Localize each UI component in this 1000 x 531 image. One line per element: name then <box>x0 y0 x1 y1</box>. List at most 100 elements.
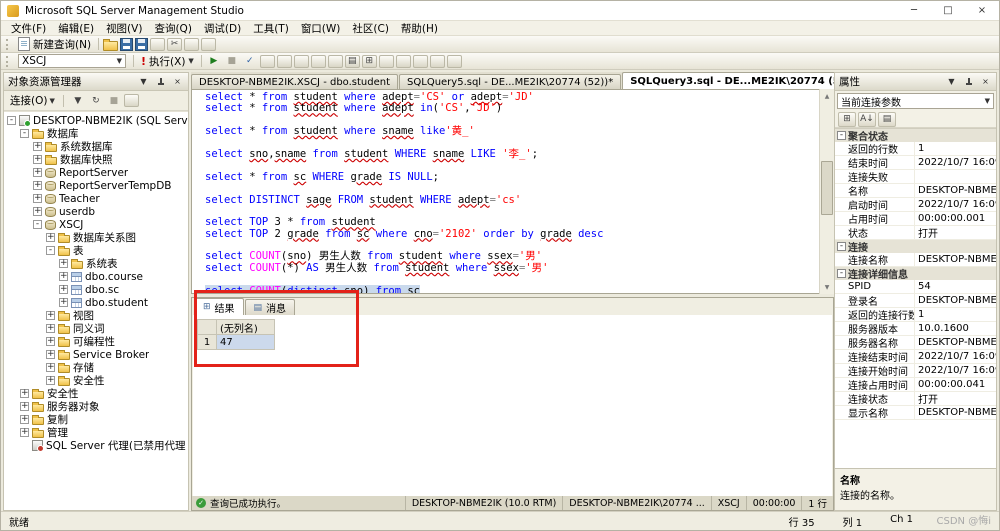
maximize-button[interactable]: □ <box>931 1 965 20</box>
code-line[interactable]: select sno,sname from student WHERE snam… <box>205 149 818 160</box>
tree-expander-icon[interactable]: - <box>20 129 29 138</box>
close-icon[interactable]: × <box>979 75 992 88</box>
menu-item[interactable]: 视图(V) <box>100 21 148 36</box>
stop-icon[interactable]: ■ <box>224 54 240 68</box>
code-line[interactable]: select DISTINCT sage FROM student WHERE … <box>205 195 818 206</box>
tree-item[interactable]: SQL Server 代理(已禁用代理 XP) <box>4 439 188 452</box>
save-all-icon[interactable] <box>135 38 148 51</box>
tree-expander-icon[interactable]: + <box>33 155 42 164</box>
property-row[interactable]: 启动时间2022/10/7 16:09:28 <box>835 198 996 212</box>
tree-expander-icon[interactable]: + <box>46 376 55 385</box>
chevron-down-icon[interactable]: ▼ <box>137 75 150 88</box>
tree-expander-icon[interactable]: - <box>7 116 16 125</box>
tree-item[interactable]: +数据库关系图 <box>4 231 188 244</box>
row-header[interactable]: 1 <box>198 335 217 350</box>
pin-icon[interactable] <box>962 75 975 88</box>
tree-item[interactable]: +服务器对象 <box>4 400 188 413</box>
menu-item[interactable]: 编辑(E) <box>52 21 100 36</box>
property-row[interactable]: 连接状态打开 <box>835 392 996 406</box>
include-actual-plan-icon[interactable] <box>311 55 326 68</box>
property-row[interactable]: 服务器版本10.0.1600 <box>835 322 996 336</box>
column-header[interactable]: (无列名) <box>217 320 275 335</box>
property-row[interactable]: 连接占用时间00:00:00.041 <box>835 378 996 392</box>
property-row[interactable]: 连接开始时间2022/10/7 16:09:28 <box>835 364 996 378</box>
property-row[interactable]: 返回的行数1 <box>835 142 996 156</box>
stop-refresh-icon[interactable]: ■ <box>106 94 122 108</box>
property-row[interactable]: 返回的连接行数1 <box>835 308 996 322</box>
tree-item[interactable]: +系统数据库 <box>4 140 188 153</box>
tree-expander-icon[interactable]: + <box>20 428 29 437</box>
property-row[interactable]: 状态打开 <box>835 226 996 240</box>
refresh-icon[interactable]: ↻ <box>88 94 104 108</box>
tree-expander-icon[interactable]: + <box>33 142 42 151</box>
group-expander-icon[interactable]: - <box>837 269 846 278</box>
print-icon[interactable] <box>150 38 165 51</box>
query-options-icon[interactable] <box>277 55 292 68</box>
tree-expander-icon[interactable]: + <box>46 337 55 346</box>
property-row[interactable]: 服务器名称DESKTOP-NBME2IK <box>835 336 996 350</box>
tree-item[interactable]: -数据库 <box>4 127 188 140</box>
tree-expander-icon[interactable]: + <box>46 311 55 320</box>
tree-expander-icon[interactable]: + <box>33 194 42 203</box>
tree-item[interactable]: +同义词 <box>4 322 188 335</box>
tree-item[interactable]: +系统表 <box>4 257 188 270</box>
tree-expander-icon[interactable]: + <box>46 324 55 333</box>
results-to-file-icon[interactable] <box>379 55 394 68</box>
document-tab[interactable]: SQLQuery3.sql - DE...ME2IK\20774 (54))* <box>622 72 847 89</box>
scroll-down-icon[interactable]: ▼ <box>820 280 834 294</box>
sql-editor[interactable]: select * from student where adept='CS' o… <box>191 89 834 294</box>
code-line[interactable]: select * from student where sname like'黄… <box>205 126 818 137</box>
results-to-text-icon[interactable]: ▤ <box>345 55 360 68</box>
property-pages-icon[interactable]: ▤ <box>878 112 896 127</box>
close-icon[interactable]: × <box>171 75 184 88</box>
tree-expander-icon[interactable]: + <box>59 298 68 307</box>
tree-expander-icon[interactable]: + <box>46 233 55 242</box>
document-tab[interactable]: SQLQuery5.sql - DE...ME2IK\20774 (52))* <box>399 74 621 89</box>
database-selector[interactable]: XSCJ ▼ <box>18 54 126 68</box>
property-row[interactable]: 占用时间00:00:00.001 <box>835 212 996 226</box>
menu-item[interactable]: 帮助(H) <box>395 21 444 36</box>
debug-run-icon[interactable]: ▶ <box>206 54 222 68</box>
property-row[interactable]: 结束时间2022/10/7 16:09:28 <box>835 156 996 170</box>
tree-item[interactable]: -DESKTOP-NBME2IK (SQL Server 10.0.160 <box>4 114 188 127</box>
menu-item[interactable]: 工具(T) <box>247 21 295 36</box>
tree-expander-icon[interactable]: + <box>46 350 55 359</box>
menu-item[interactable]: 文件(F) <box>5 21 52 36</box>
execute-button[interactable]: ! 执行(X) ▼ <box>137 54 198 69</box>
tree-item[interactable]: +dbo.student <box>4 296 188 309</box>
tree-item[interactable]: +可编程性 <box>4 335 188 348</box>
menu-item[interactable]: 查询(Q) <box>148 21 197 36</box>
tree-expander-icon[interactable]: + <box>20 402 29 411</box>
tree-item[interactable]: +安全性 <box>4 387 188 400</box>
comment-icon[interactable] <box>396 55 411 68</box>
tree-expander-icon[interactable]: + <box>59 259 68 268</box>
document-tab[interactable]: DESKTOP-NBME2IK.XSCJ - dbo.student <box>191 74 398 89</box>
code-line[interactable]: select TOP 2 grade from sc where cno='21… <box>205 229 818 240</box>
property-row[interactable]: SPID54 <box>835 280 996 294</box>
open-file-icon[interactable] <box>103 41 118 51</box>
tree-item[interactable]: +ReportServerTempDB <box>4 179 188 192</box>
sort-alphabetical-icon[interactable]: A↓ <box>858 112 876 127</box>
grid-corner-cell[interactable] <box>198 320 217 335</box>
code-line[interactable]: select * from sc WHERE grade IS NULL; <box>205 172 818 183</box>
tree-expander-icon[interactable]: + <box>33 207 42 216</box>
filter-icon[interactable]: ▼ <box>70 94 86 108</box>
scroll-up-icon[interactable]: ▲ <box>820 89 834 103</box>
save-icon[interactable] <box>120 38 133 51</box>
categorize-icon[interactable]: ⊞ <box>838 112 856 127</box>
menu-item[interactable]: 调试(D) <box>198 21 247 36</box>
result-cell[interactable]: 47 <box>217 335 275 350</box>
code-line[interactable]: select COUNT(*) AS 男生人数 from student whe… <box>205 263 818 274</box>
menu-item[interactable]: 窗口(W) <box>295 21 347 36</box>
property-row[interactable]: 名称DESKTOP-NBME2IK <box>835 184 996 198</box>
tree-expander-icon[interactable]: + <box>46 363 55 372</box>
copy-icon[interactable] <box>184 38 199 51</box>
new-query-button[interactable]: 新建查询(N) <box>14 37 95 52</box>
property-group[interactable]: -聚合状态 <box>835 129 996 142</box>
tree-item[interactable]: +ReportServer <box>4 166 188 179</box>
tree-item[interactable]: +Service Broker <box>4 348 188 361</box>
outdent-icon[interactable] <box>447 55 462 68</box>
minimize-button[interactable]: ─ <box>897 1 931 20</box>
tree-expander-icon[interactable]: + <box>59 285 68 294</box>
results-tab[interactable]: ⊞ 结果 <box>194 298 244 315</box>
